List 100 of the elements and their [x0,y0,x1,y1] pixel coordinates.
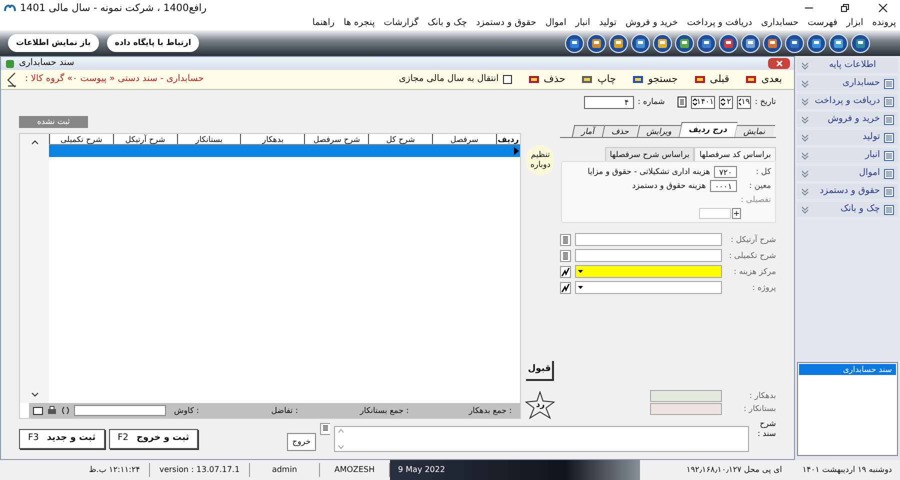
sidebar-item[interactable]: خرید و فروش [797,112,898,127]
reset-button[interactable]: تنظیم دوباره [526,145,554,175]
dropdown-field[interactable] [575,281,722,294]
sidebar-item[interactable]: اطلاعات پایه [797,58,898,73]
tab[interactable]: نمایش [734,125,776,137]
menu-item[interactable]: پرونده [872,18,896,28]
number-field[interactable]: ۴ [584,96,634,108]
close-button[interactable] [768,58,790,69]
menu-item[interactable]: راهنما [312,18,335,28]
chevron-icon [801,170,809,178]
menu-item[interactable]: گزارشات [384,18,419,28]
toolbar-button[interactable]: بعدی [741,72,786,88]
toolbar-button[interactable]: چاپ [577,72,620,88]
grid-icon[interactable] [33,406,43,414]
parentheses-icon[interactable] [61,406,70,415]
toolbar-icon[interactable] [609,34,628,52]
dropdown-field[interactable] [575,265,722,278]
accept-button[interactable]: قبول [526,361,554,381]
menu-item[interactable]: فهرست [808,18,838,28]
account-label: تفصیلی : [741,194,771,206]
close-icon[interactable] [878,3,888,13]
description-field[interactable] [334,426,749,452]
detail-field[interactable] [699,208,731,219]
tab[interactable]: ویرایش [636,125,682,137]
toolbar-icon[interactable] [829,34,848,52]
menu-item[interactable]: انبار [575,18,590,28]
menu-item[interactable]: حسابداری [761,18,799,28]
tab[interactable]: حذف [602,125,639,137]
account-name: هزینه حقوق و دستمزد [632,180,706,192]
menu-item[interactable]: اموال [545,18,566,28]
toolbar-icon[interactable] [675,34,694,52]
window-title: رافع1400 ، شرکت نمونه - سال مالی 1401 [20,2,207,16]
spin-arrows-icon [692,97,697,107]
chevron-icon [801,116,809,124]
menu-item[interactable]: پنجره ها [344,18,375,28]
date-spin-field[interactable]: ۱۹ [736,96,751,108]
toolbar-button[interactable]: جستجو [628,72,682,88]
menu-item[interactable]: ابزار [846,18,864,28]
lightning-icon[interactable] [560,282,571,294]
sidebar-item[interactable]: حقوق و دستمزد [797,184,898,199]
search-field[interactable] [74,405,166,416]
toolbar-button[interactable]: قبلی [690,72,734,88]
toolbar-icon[interactable] [785,34,804,52]
date-spin-field[interactable]: ۲ [718,96,733,108]
toolbar-icon[interactable] [851,34,870,52]
text-field[interactable] [575,249,722,262]
toolbar-pill-button[interactable]: باز نمایش اطلاعات [8,34,99,52]
scroll-up-icon[interactable] [30,138,38,146]
transfer-checkbox[interactable] [502,75,512,84]
menu-item[interactable]: تولید [599,18,616,28]
chevron-icon [801,152,809,160]
breadcrumb: حسابداری - سند دستی « پیوست ۰» گروه کالا : [25,72,204,86]
toolbar-item-icon [694,74,706,85]
sidebar-item[interactable]: حسابداری [797,76,898,91]
menu-item[interactable]: خرید و فروش [626,18,678,28]
toolbar-icon[interactable] [587,34,606,52]
sidebar-item[interactable]: چک و بانک [797,202,898,217]
lightning-icon[interactable] [560,266,571,278]
toolbar-icon[interactable] [741,34,760,52]
sidebar-item[interactable]: دریافت و پرداخت [797,94,898,109]
sidebar-item[interactable]: انبار [797,148,898,163]
toolbar-icon[interactable] [763,34,782,52]
exit-button[interactable]: خروج [287,433,316,451]
menu-item[interactable]: چک و بانک [428,18,468,28]
toolbar-button[interactable]: حذف [524,72,570,88]
tab[interactable]: آمار [572,125,604,137]
back-arrow-icon[interactable] [5,72,17,88]
toolbar-icon[interactable] [807,34,826,52]
print-icon[interactable] [47,406,57,415]
menu-item[interactable]: دریافت و پرداخت [686,18,752,28]
toolbar-icon[interactable] [719,34,738,52]
lookup-tab[interactable]: براساس شرح سرفصلها [604,147,694,161]
text-field[interactable] [575,233,722,246]
toolbar-icon[interactable] [631,34,650,52]
spin-arrows-icon [738,97,742,107]
lookup-tab[interactable]: براساس کد سرفصلها [694,147,776,161]
toolbar-pill-button[interactable]: ارتباط با پایگاه داده [106,34,200,52]
menu-item[interactable]: حقوق و دستمزد [476,18,536,28]
account-code-field[interactable]: ۰۰۰۱ [710,180,737,192]
toolbar-icon[interactable] [565,34,584,52]
tab[interactable]: درج ردیف [678,122,737,137]
chevron-icon [801,206,809,214]
module-icon [884,132,894,142]
sidebar-item[interactable]: تولید [797,130,898,145]
restore-icon[interactable] [840,3,850,13]
calendar-icon[interactable] [676,96,687,108]
reject-button[interactable]: رد [525,391,556,419]
window-list-item[interactable]: سند حسابداری [799,364,896,375]
sidebar-item[interactable]: اموال [797,166,898,181]
date-spin-field[interactable]: ۱۴۰۱ [690,96,715,108]
total-label: بدهکار : [748,390,776,402]
scroll-down-icon[interactable] [30,391,38,399]
module-icon [884,150,894,160]
toolbar-icon[interactable] [653,34,672,52]
total-label: بستانکار : [742,403,776,415]
credit-sum-label: جمع بستانکار : [360,404,409,416]
search-label: کاوش : [174,404,200,416]
account-code-field[interactable]: ۷۲۰ [714,166,737,178]
toolbar-icon[interactable] [697,34,716,52]
chevron-icon [801,98,809,106]
